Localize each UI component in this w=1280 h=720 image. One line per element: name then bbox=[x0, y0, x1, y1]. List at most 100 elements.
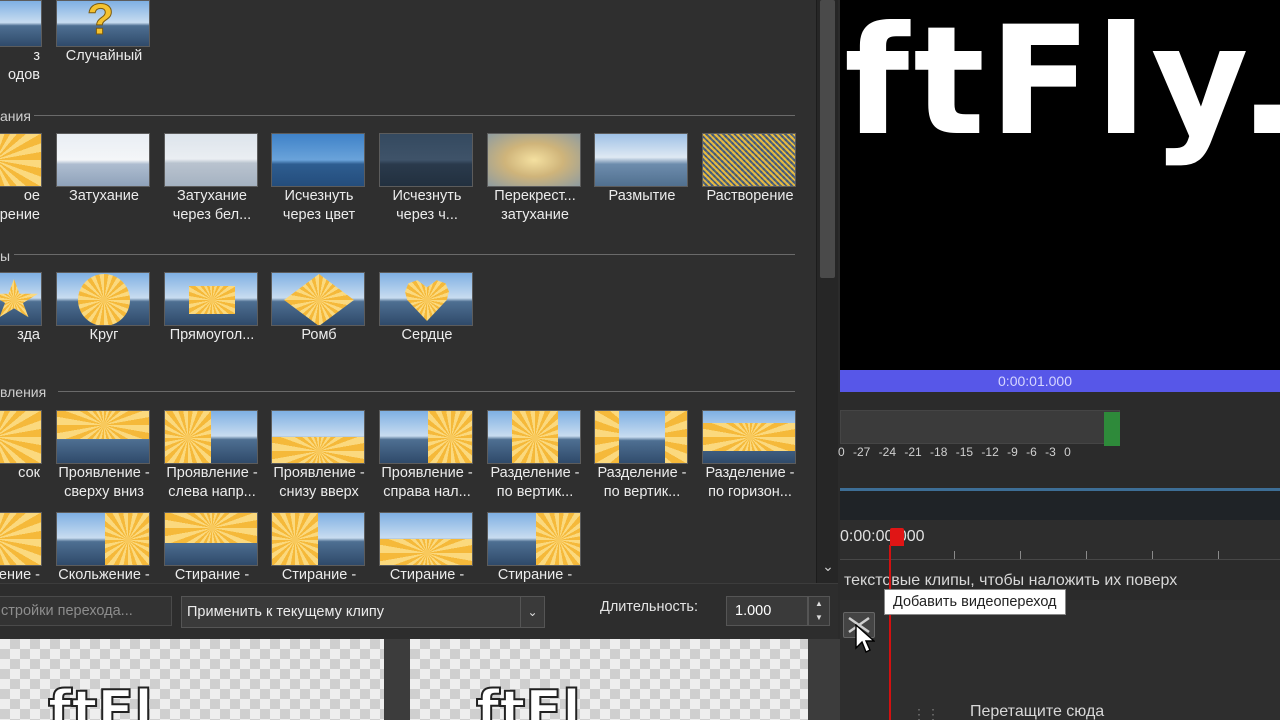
playhead-handle[interactable] bbox=[890, 528, 904, 546]
duration-label: Длительность: bbox=[600, 599, 699, 615]
playhead-line[interactable] bbox=[889, 545, 891, 720]
transition-settings-button[interactable]: стройки перехода... bbox=[0, 596, 172, 626]
transition-thumb bbox=[164, 272, 258, 326]
scrollbar-thumb[interactable] bbox=[820, 0, 835, 278]
transition-tile-fade[interactable]: Затухание bbox=[56, 133, 152, 206]
transition-thumb bbox=[0, 272, 42, 326]
transition-thumb bbox=[164, 512, 258, 566]
audio-meter-scale: 0 -27 -24 -21 -18 -15 -12 -9 -6 -3 0 bbox=[838, 445, 1071, 459]
text-track-hint: текстовые клипы, чтобы наложить их повер… bbox=[844, 572, 1178, 589]
spin-down-icon[interactable]: ▼ bbox=[809, 611, 829, 625]
transition-tile-heart[interactable]: Сердце bbox=[379, 272, 475, 345]
transitions-panel: з одов ? Случайный ания ое рение Затухан… bbox=[0, 0, 838, 583]
clip-thumbnail-text: ftFl bbox=[47, 678, 154, 720]
video-preview: ftFly.r bbox=[840, 0, 1280, 370]
transition-tile-random[interactable]: ? Случайный bbox=[56, 0, 152, 66]
transition-label: Стирание - bbox=[281, 567, 357, 583]
transition-label: ение - bbox=[0, 567, 40, 583]
scroll-down-arrow-icon[interactable]: ⌄ bbox=[820, 556, 836, 576]
ruler-tick bbox=[1218, 551, 1219, 559]
transition-thumb bbox=[56, 272, 150, 326]
panel-scrollbar[interactable]: ⌄ bbox=[816, 0, 838, 583]
transition-tile-dissolve[interactable]: Растворение bbox=[702, 133, 798, 206]
transition-tile-star[interactable]: зда bbox=[0, 272, 44, 345]
ruler-tick bbox=[1152, 551, 1153, 559]
transition-tile-split-horizontal[interactable]: Разделение - по горизон... bbox=[702, 410, 798, 502]
transition-thumb bbox=[56, 133, 150, 187]
duration-input[interactable]: 1.000 bbox=[726, 596, 808, 626]
clip-thumbnail[interactable]: ftFl bbox=[0, 639, 384, 720]
transition-tile-fade-black[interactable]: Исчезнуть через ч... bbox=[379, 133, 475, 225]
timeline-ruler[interactable]: 0:00:00.000 bbox=[840, 520, 1280, 560]
clip-separator bbox=[808, 639, 840, 720]
transition-tile-crossfade[interactable]: Перекрест... затухание bbox=[487, 133, 583, 225]
transition-tile-blur[interactable]: Размытие bbox=[594, 133, 690, 206]
transition-label: Прямоугол... bbox=[169, 327, 255, 343]
transition-thumb bbox=[271, 410, 365, 464]
transition-label: Проявление - справа нал... bbox=[381, 465, 473, 500]
clip-time-bar[interactable]: 0:00:01.000 bbox=[840, 370, 1280, 392]
section-label-fades: ания bbox=[0, 108, 31, 124]
transition-tile-wipe-down[interactable]: Стирание - bbox=[164, 512, 260, 583]
transition-tile-rhombus[interactable]: Ромб bbox=[271, 272, 367, 345]
transition-tile-split-vertical-in[interactable]: Разделение - по вертик... bbox=[487, 410, 583, 502]
transition-tile-reveal-up[interactable]: Проявление - снизу вверх bbox=[271, 410, 367, 502]
transition-thumb bbox=[0, 512, 42, 566]
audio-meter: 0 -27 -24 -21 -18 -15 -12 -9 -6 -3 0 bbox=[838, 392, 1280, 470]
ruler-time-label: 0:00:00.000 bbox=[840, 528, 925, 545]
transition-tile-wipe-left[interactable]: Стирание - bbox=[487, 512, 583, 583]
audio-meter-bar bbox=[840, 410, 1120, 444]
transition-label: Разделение - по вертик... bbox=[597, 465, 687, 500]
transition-tile-slide[interactable]: Скольжение - bbox=[56, 512, 152, 583]
transition-thumb bbox=[271, 512, 365, 566]
transition-tile-rectangle[interactable]: Прямоугол... bbox=[164, 272, 260, 345]
transition-tile-fade-white[interactable]: Затухание через бел... bbox=[164, 133, 260, 225]
transition-label: сок bbox=[18, 465, 40, 481]
spin-up-icon[interactable]: ▲ bbox=[809, 597, 829, 611]
apply-mode-select[interactable]: Применить к текущему клипу ⌄ bbox=[181, 596, 545, 628]
transition-label: Стирание - bbox=[174, 567, 250, 583]
transition-tile-reveal-down[interactable]: Проявление - сверху вниз bbox=[56, 410, 152, 502]
transition-label: зда bbox=[17, 327, 40, 343]
transition-label: Проявление - слева напр... bbox=[166, 465, 258, 500]
apply-mode-value: Применить к текущему клипу bbox=[187, 604, 385, 620]
transition-thumb bbox=[0, 410, 42, 464]
transition-tile-split-vertical-out[interactable]: Разделение - по вертик... bbox=[594, 410, 690, 502]
transition-label: Проявление - снизу вверх bbox=[273, 465, 365, 500]
transition-label: з одов bbox=[8, 48, 40, 83]
transition-thumb bbox=[164, 133, 258, 187]
track-body bbox=[840, 491, 1280, 520]
transition-label: Сердце bbox=[401, 327, 453, 343]
transition-label: Проявление - сверху вниз bbox=[58, 465, 150, 500]
ruler-tick bbox=[954, 551, 955, 559]
transition-tile-reveal-right[interactable]: Проявление - слева напр... bbox=[164, 410, 260, 502]
mouse-cursor-icon bbox=[855, 624, 875, 653]
transition-tile-circle[interactable]: Круг bbox=[56, 272, 152, 345]
transition-tile[interactable]: ение - bbox=[0, 512, 44, 583]
preview-logo-text: ftFly.r bbox=[844, 0, 1280, 169]
transition-tile-wipe-right[interactable]: Стирание - bbox=[271, 512, 367, 583]
timeline-lower-track[interactable] bbox=[840, 600, 1280, 720]
transition-tile-reveal-left[interactable]: Проявление - справа нал... bbox=[379, 410, 475, 502]
transition-tile[interactable]: ое рение bbox=[0, 133, 44, 225]
transition-label: Круг bbox=[89, 327, 119, 343]
transition-thumb bbox=[271, 133, 365, 187]
transition-thumb bbox=[0, 133, 42, 187]
timeline-track-strip bbox=[840, 470, 1280, 520]
transition-thumb bbox=[164, 410, 258, 464]
drag-handle-icon: ⋮⋮ bbox=[912, 706, 940, 720]
duration-spinner[interactable]: ▲ ▼ bbox=[808, 596, 830, 626]
transition-tile-fade-color[interactable]: Исчезнуть через цвет bbox=[271, 133, 367, 225]
clip-thumbnail[interactable]: ftFl bbox=[410, 639, 808, 720]
transition-thumb bbox=[56, 512, 150, 566]
transition-tile-set[interactable]: з одов bbox=[0, 0, 44, 85]
ruler-tick bbox=[1086, 551, 1087, 559]
chevron-down-icon[interactable]: ⌄ bbox=[520, 597, 544, 627]
section-label-reveals: вления bbox=[0, 384, 47, 400]
ruler-tick bbox=[1020, 551, 1021, 559]
transition-label: Затухание через бел... bbox=[172, 188, 252, 223]
clip-thumbnail-text: ftFl bbox=[475, 678, 582, 720]
transition-label: Случайный bbox=[65, 48, 143, 64]
transition-tile[interactable]: сок bbox=[0, 410, 44, 483]
transition-tile-wipe-up[interactable]: Стирание - bbox=[379, 512, 475, 583]
